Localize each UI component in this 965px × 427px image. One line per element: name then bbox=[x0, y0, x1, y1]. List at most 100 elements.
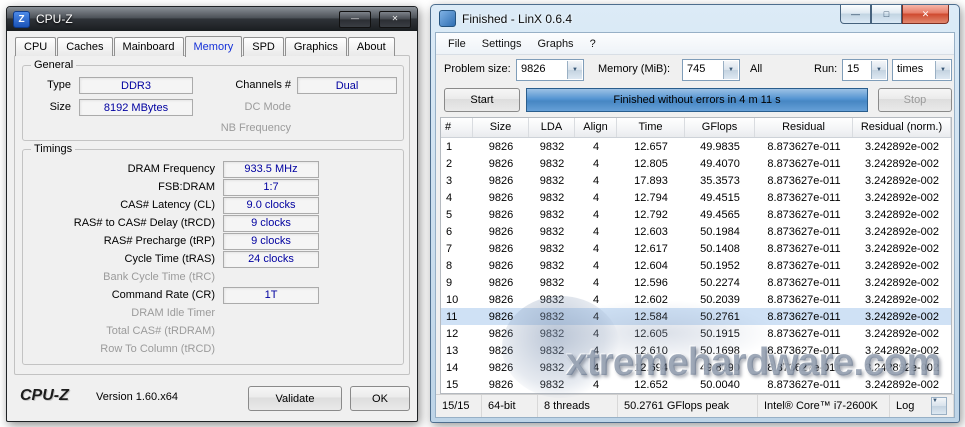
timing-label: Bank Cycle Time (tRC) bbox=[23, 271, 223, 283]
cell: 8 bbox=[441, 260, 473, 272]
cell: 49.4565 bbox=[685, 209, 755, 221]
tab-mainboard[interactable]: Mainboard bbox=[114, 37, 184, 56]
channels-value: Dual bbox=[297, 77, 397, 94]
timing-value: 9.0 clocks bbox=[223, 197, 319, 214]
problem-size-value: 9826 bbox=[521, 63, 567, 75]
column-header-lda[interactable]: LDA bbox=[529, 118, 575, 137]
nb-frequency-label: NB Frequency bbox=[205, 122, 291, 134]
version-text: Version 1.60.x64 bbox=[96, 391, 178, 403]
cell: 50.1408 bbox=[685, 243, 755, 255]
table-row[interactable]: 898269832412.60450.19528.873627e-0113.24… bbox=[441, 257, 951, 274]
close-icon: ✕ bbox=[392, 15, 399, 23]
cell: 12.805 bbox=[617, 158, 685, 170]
tab-memory[interactable]: Memory bbox=[185, 36, 243, 57]
tab-cpu[interactable]: CPU bbox=[15, 37, 56, 56]
minimize-button[interactable]: — bbox=[339, 11, 371, 28]
column-header-gflops[interactable]: GFlops bbox=[685, 118, 755, 137]
column-header-residual[interactable]: Residual bbox=[755, 118, 853, 137]
log-dropdown-icon: ▼ bbox=[931, 397, 947, 415]
run-count-combo[interactable]: 15 ▼ bbox=[842, 59, 888, 81]
all-label: All bbox=[750, 63, 762, 75]
tab-caches[interactable]: Caches bbox=[57, 37, 112, 56]
tab-graphics[interactable]: Graphics bbox=[285, 37, 347, 56]
cell: 8.873627e-011 bbox=[755, 362, 853, 374]
table-row[interactable]: 1398269832412.61050.16988.873627e-0113.2… bbox=[441, 342, 951, 359]
cell: 50.2039 bbox=[685, 294, 755, 306]
cell: 3.242892e-002 bbox=[853, 260, 951, 272]
menu-help[interactable]: ? bbox=[582, 36, 604, 52]
table-row[interactable]: 998269832412.59650.22748.873627e-0113.24… bbox=[441, 274, 951, 291]
cell: 9826 bbox=[473, 226, 529, 238]
table-row[interactable]: 298269832412.80549.40708.873627e-0113.24… bbox=[441, 155, 951, 172]
cell: 11 bbox=[441, 311, 473, 323]
start-button[interactable]: Start bbox=[444, 88, 520, 112]
column-header-item[interactable]: # bbox=[441, 118, 473, 137]
timings-group-title: Timings bbox=[31, 143, 75, 155]
table-row[interactable]: 498269832412.79449.45158.873627e-0113.24… bbox=[441, 189, 951, 206]
timing-label: DRAM Frequency bbox=[23, 163, 223, 175]
cell: 35.3573 bbox=[685, 175, 755, 187]
status-text: Log bbox=[896, 400, 914, 412]
column-header-size[interactable]: Size bbox=[473, 118, 529, 137]
column-header-time[interactable]: Time bbox=[617, 118, 685, 137]
problem-size-label: Problem size: bbox=[444, 63, 511, 75]
cell: 9826 bbox=[473, 362, 529, 374]
table-row[interactable]: 1498269832412.69449.83908.873627e-0113.2… bbox=[441, 359, 951, 376]
timing-label: Command Rate (CR) bbox=[23, 289, 223, 301]
timing-row: CAS# Latency (CL)9.0 clocks bbox=[23, 196, 403, 214]
column-header-align[interactable]: Align bbox=[575, 118, 617, 137]
table-row[interactable]: 398269832417.89335.35738.873627e-0113.24… bbox=[441, 172, 951, 189]
maximize-button[interactable]: □ bbox=[871, 5, 902, 24]
general-group-title: General bbox=[31, 59, 76, 71]
status-text: 64-bit bbox=[488, 400, 516, 412]
tab-about[interactable]: About bbox=[348, 37, 395, 56]
table-row[interactable]: 798269832412.61750.14088.873627e-0113.24… bbox=[441, 240, 951, 257]
run-units-combo[interactable]: times ▼ bbox=[892, 59, 952, 81]
column-header-residual-norm[interactable]: Residual (norm.) bbox=[853, 118, 951, 137]
timing-row: DRAM Frequency933.5 MHz bbox=[23, 160, 403, 178]
cell: 8.873627e-011 bbox=[755, 379, 853, 391]
table-row[interactable]: 598269832412.79249.45658.873627e-0113.24… bbox=[441, 206, 951, 223]
cell: 9826 bbox=[473, 158, 529, 170]
linx-window: Finished - LinX 0.6.4 — □ ✕ FileSettings… bbox=[430, 4, 960, 423]
cell: 9832 bbox=[529, 311, 575, 323]
cell: 9826 bbox=[473, 209, 529, 221]
linx-menubar: FileSettingsGraphs? bbox=[436, 33, 954, 55]
table-row[interactable]: 1598269832412.65250.00408.873627e-0113.2… bbox=[441, 376, 951, 393]
memory-label: Memory (MiB): bbox=[598, 63, 670, 75]
linx-window-title: Finished - LinX 0.6.4 bbox=[462, 12, 572, 26]
stop-button[interactable]: Stop bbox=[878, 88, 952, 112]
menu-graphs[interactable]: Graphs bbox=[529, 36, 581, 52]
minimize-button[interactable]: — bbox=[840, 5, 871, 24]
timing-value: 9 clocks bbox=[223, 233, 319, 250]
cell: 6 bbox=[441, 226, 473, 238]
table-row[interactable]: 1298269832412.60550.19158.873627e-0113.2… bbox=[441, 325, 951, 342]
cell: 7 bbox=[441, 243, 473, 255]
cell: 12.602 bbox=[617, 294, 685, 306]
cell: 9826 bbox=[473, 345, 529, 357]
memory-combo[interactable]: 745 ▼ bbox=[682, 59, 740, 81]
timing-label: Cycle Time (tRAS) bbox=[23, 253, 223, 265]
problem-size-combo[interactable]: 9826 ▼ bbox=[516, 59, 584, 81]
timing-row: Total CAS# (tRDRAM) bbox=[23, 322, 403, 340]
menu-settings[interactable]: Settings bbox=[474, 36, 530, 52]
close-button[interactable]: ✕ bbox=[379, 11, 411, 28]
log-dropdown[interactable]: Log ▼ bbox=[890, 395, 954, 417]
validate-button[interactable]: Validate bbox=[248, 386, 342, 411]
maximize-icon: □ bbox=[884, 9, 889, 19]
close-button[interactable]: ✕ bbox=[902, 5, 949, 24]
table-row[interactable]: 1098269832412.60250.20398.873627e-0113.2… bbox=[441, 291, 951, 308]
table-row[interactable]: 698269832412.60350.19848.873627e-0113.24… bbox=[441, 223, 951, 240]
cell: 3.242892e-002 bbox=[853, 379, 951, 391]
table-row[interactable]: 1198269832412.58450.27618.873627e-0113.2… bbox=[441, 308, 951, 325]
table-row[interactable]: 198269832412.65749.98358.873627e-0113.24… bbox=[441, 138, 951, 155]
cell: 50.1984 bbox=[685, 226, 755, 238]
menu-file[interactable]: File bbox=[440, 36, 474, 52]
timing-label: FSB:DRAM bbox=[23, 181, 223, 193]
cell: 9826 bbox=[473, 260, 529, 272]
cpuz-titlebar[interactable]: Z CPU-Z — ✕ bbox=[7, 7, 417, 31]
cell: 3.242892e-002 bbox=[853, 345, 951, 357]
cpuz-window: Z CPU-Z — ✕ CPUCachesMainboardMemorySPDG… bbox=[6, 6, 418, 422]
ok-button[interactable]: OK bbox=[350, 386, 410, 411]
tab-spd[interactable]: SPD bbox=[243, 37, 284, 56]
